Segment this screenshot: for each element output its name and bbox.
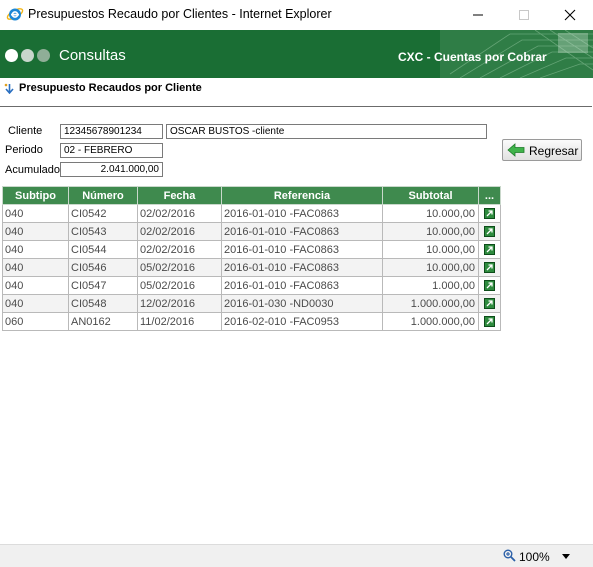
cell-numero: CI0546 xyxy=(68,258,138,277)
zoom-icon[interactable] xyxy=(503,549,516,562)
heading-divider xyxy=(0,106,592,107)
banner-dot-2 xyxy=(21,49,34,62)
maximize-button[interactable] xyxy=(501,0,547,30)
cell-action xyxy=(478,276,501,295)
cell-fecha: 02/02/2016 xyxy=(137,222,222,241)
cell-subtotal: 1.000.000,00 xyxy=(382,294,479,313)
minimize-icon xyxy=(473,14,483,16)
close-button[interactable] xyxy=(547,0,593,30)
chevron-down-icon[interactable] xyxy=(562,554,570,559)
open-detail-icon[interactable] xyxy=(484,226,495,238)
cell-subtotal: 10.000,00 xyxy=(382,204,479,223)
cell-fecha: 02/02/2016 xyxy=(137,204,222,223)
cell-action xyxy=(478,204,501,223)
cell-subtotal: 10.000,00 xyxy=(382,222,479,241)
cell-action xyxy=(478,294,501,313)
open-detail-icon[interactable] xyxy=(484,280,495,292)
cell-action xyxy=(478,240,501,259)
header-referencia[interactable]: Referencia xyxy=(221,186,383,205)
periodo-label: Periodo xyxy=(5,144,43,156)
info-arrow-icon xyxy=(4,83,14,94)
table-row[interactable]: 040 CI0547 05/02/2016 2016-01-010 -FAC08… xyxy=(2,276,501,295)
cell-subtipo: 040 xyxy=(2,222,69,241)
periodo-field[interactable]: 02 - FEBRERO xyxy=(60,143,163,158)
cell-referencia: 2016-02-010 -FAC0953 xyxy=(221,312,383,331)
cell-fecha: 02/02/2016 xyxy=(137,240,222,259)
cell-action xyxy=(478,312,501,331)
cell-subtipo: 060 xyxy=(2,312,69,331)
cliente-name-field[interactable]: OSCAR BUSTOS -cliente xyxy=(166,124,487,139)
cell-subtipo: 040 xyxy=(2,276,69,295)
back-arrow-icon xyxy=(507,143,525,157)
header-subtotal[interactable]: Subtotal xyxy=(382,186,479,205)
app-banner: Consultas CXC - Cuentas por Cobrar xyxy=(0,30,593,78)
cell-subtotal: 10.000,00 xyxy=(382,240,479,259)
results-table: Subtipo Número Fecha Referencia Subtotal… xyxy=(2,186,501,331)
cell-subtotal: 10.000,00 xyxy=(382,258,479,277)
open-detail-icon[interactable] xyxy=(484,316,495,328)
internet-explorer-icon xyxy=(6,8,24,21)
cell-referencia: 2016-01-010 -FAC0863 xyxy=(221,204,383,223)
maximize-icon xyxy=(519,10,529,20)
cell-subtipo: 040 xyxy=(2,204,69,223)
cell-referencia: 2016-01-030 -ND0030 xyxy=(221,294,383,313)
header-subtipo[interactable]: Subtipo xyxy=(2,186,69,205)
table-header-row: Subtipo Número Fecha Referencia Subtotal… xyxy=(2,186,501,205)
cell-numero: AN0162 xyxy=(68,312,138,331)
cell-numero: CI0547 xyxy=(68,276,138,295)
acumulado-field[interactable]: 2.041.000,00 xyxy=(60,162,163,177)
close-icon xyxy=(564,9,576,21)
cell-action xyxy=(478,258,501,277)
window-titlebar: Presupuestos Recaudo por Clientes - Inte… xyxy=(0,0,593,30)
table-row[interactable]: 060 AN0162 11/02/2016 2016-02-010 -FAC09… xyxy=(2,312,501,331)
status-bar: 100% xyxy=(0,544,593,567)
zoom-level[interactable]: 100% xyxy=(519,550,550,564)
open-detail-icon[interactable] xyxy=(484,262,495,274)
cell-fecha: 05/02/2016 xyxy=(137,276,222,295)
cell-subtipo: 040 xyxy=(2,258,69,277)
banner-dot-1 xyxy=(5,49,18,62)
cell-numero: CI0544 xyxy=(68,240,138,259)
cell-referencia: 2016-01-010 -FAC0863 xyxy=(221,222,383,241)
cell-subtipo: 040 xyxy=(2,240,69,259)
regresar-button[interactable]: Regresar xyxy=(502,139,582,161)
header-fecha[interactable]: Fecha xyxy=(137,186,222,205)
table-row[interactable]: 040 CI0543 02/02/2016 2016-01-010 -FAC08… xyxy=(2,222,501,241)
cell-numero: CI0542 xyxy=(68,204,138,223)
table-row[interactable]: 040 CI0542 02/02/2016 2016-01-010 -FAC08… xyxy=(2,204,501,223)
page-title: Presupuesto Recaudos por Cliente xyxy=(19,82,202,94)
header-actions: ... xyxy=(478,186,501,205)
cell-action xyxy=(478,222,501,241)
cell-numero: CI0543 xyxy=(68,222,138,241)
table-row[interactable]: 040 CI0546 05/02/2016 2016-01-010 -FAC08… xyxy=(2,258,501,277)
banner-dot-3 xyxy=(37,49,50,62)
cell-fecha: 11/02/2016 xyxy=(137,312,222,331)
cliente-id-field[interactable]: 12345678901234 xyxy=(60,124,163,139)
cell-referencia: 2016-01-010 -FAC0863 xyxy=(221,240,383,259)
cell-subtipo: 040 xyxy=(2,294,69,313)
cell-referencia: 2016-01-010 -FAC0863 xyxy=(221,258,383,277)
cell-fecha: 05/02/2016 xyxy=(137,258,222,277)
table-row[interactable]: 040 CI0544 02/02/2016 2016-01-010 -FAC08… xyxy=(2,240,501,259)
app-section-title: Consultas xyxy=(59,47,126,64)
cliente-label: Cliente xyxy=(8,125,43,137)
open-detail-icon[interactable] xyxy=(484,298,495,310)
window-title: Presupuestos Recaudo por Clientes - Inte… xyxy=(28,7,332,21)
open-detail-icon[interactable] xyxy=(484,244,495,256)
regresar-label: Regresar xyxy=(529,144,579,158)
cell-subtotal: 1.000.000,00 xyxy=(382,312,479,331)
module-title: CXC - Cuentas por Cobrar xyxy=(398,50,547,64)
header-numero[interactable]: Número xyxy=(68,186,138,205)
minimize-button[interactable] xyxy=(455,0,501,30)
cell-numero: CI0548 xyxy=(68,294,138,313)
table-row[interactable]: 040 CI0548 12/02/2016 2016-01-030 -ND003… xyxy=(2,294,501,313)
open-detail-icon[interactable] xyxy=(484,208,495,220)
cell-referencia: 2016-01-010 -FAC0863 xyxy=(221,276,383,295)
cell-subtotal: 1.000,00 xyxy=(382,276,479,295)
acumulado-label: Acumulado xyxy=(5,164,61,176)
cell-fecha: 12/02/2016 xyxy=(137,294,222,313)
